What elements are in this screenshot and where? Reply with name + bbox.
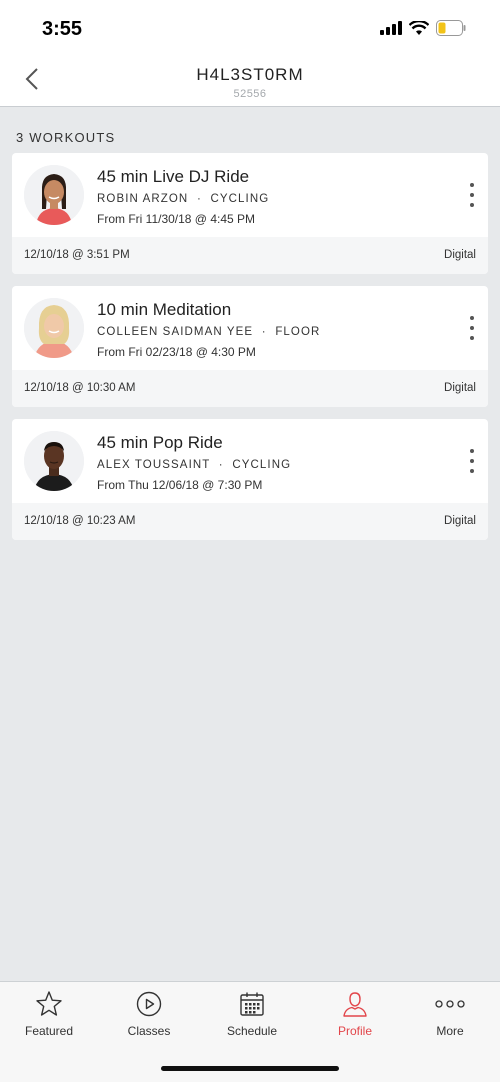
- workout-title: 45 min Live DJ Ride: [97, 167, 250, 186]
- workout-card[interactable]: 45 min Pop Ride ALEX TOUSSAINT · CYCLING…: [12, 419, 488, 540]
- workouts-count-label: 3 WORKOUTS: [16, 130, 116, 145]
- tab-profile[interactable]: Profile: [310, 988, 400, 1038]
- tab-label: More: [436, 1024, 464, 1038]
- meta-separator: ·: [261, 326, 267, 338]
- instructor-name: ALEX TOUSSAINT: [97, 459, 211, 471]
- tab-label: Featured: [24, 1024, 74, 1038]
- nav-header: H4L3ST0RM 52556: [0, 56, 500, 107]
- kebab-dot-icon: [470, 336, 474, 340]
- kebab-dot-icon: [470, 469, 474, 473]
- more-dots-icon: [435, 1000, 465, 1008]
- kebab-dot-icon: [470, 193, 474, 197]
- instructor-avatar: [24, 298, 84, 358]
- tab-label: Profile: [337, 1024, 372, 1038]
- workout-title: 45 min Pop Ride: [97, 433, 223, 452]
- tab-schedule[interactable]: Schedule: [207, 988, 297, 1038]
- tab-more[interactable]: More: [405, 988, 495, 1038]
- kebab-dot-icon: [470, 449, 474, 453]
- page-title: H4L3ST0RM: [196, 65, 304, 84]
- battery-icon: [436, 20, 466, 36]
- instructor-avatar: [24, 431, 84, 491]
- more-options-button[interactable]: [466, 449, 478, 473]
- completed-time: 12/10/18 @ 10:23 AM: [24, 515, 136, 527]
- class-original-date: From Fri 02/23/18 @ 4:30 PM: [97, 345, 256, 359]
- tab-classes[interactable]: Classes: [104, 988, 194, 1038]
- instructor-avatar: [24, 165, 84, 225]
- home-indicator[interactable]: [161, 1066, 339, 1071]
- tab-featured[interactable]: Featured: [4, 988, 94, 1038]
- star-icon: [36, 991, 62, 1016]
- kebab-dot-icon: [470, 326, 474, 330]
- kebab-dot-icon: [470, 183, 474, 187]
- platform-label: Digital: [444, 515, 476, 527]
- completed-time: 12/10/18 @ 10:30 AM: [24, 382, 136, 394]
- instructor-name: COLLEEN SAIDMAN YEE: [97, 326, 254, 338]
- card-footer: 12/10/18 @ 10:30 AM Digital: [12, 370, 488, 407]
- discipline-label: FLOOR: [275, 326, 321, 338]
- play-circle-icon: [136, 991, 162, 1017]
- workout-meta: ROBIN ARZON · CYCLING: [97, 193, 269, 205]
- card-footer: 12/10/18 @ 10:23 AM Digital: [12, 503, 488, 540]
- more-options-button[interactable]: [466, 183, 478, 207]
- page-subtitle: 52556: [233, 88, 267, 100]
- workout-card[interactable]: 10 min Meditation COLLEEN SAIDMAN YEE · …: [12, 286, 488, 407]
- platform-label: Digital: [444, 382, 476, 394]
- instructor-name: ROBIN ARZON: [97, 193, 189, 205]
- person-icon: [343, 992, 367, 1017]
- discipline-label: CYCLING: [232, 459, 292, 471]
- tab-label: Classes: [127, 1024, 171, 1038]
- workout-meta: ALEX TOUSSAINT · CYCLING: [97, 459, 291, 471]
- status-icons: [380, 20, 466, 36]
- card-footer: 12/10/18 @ 3:51 PM Digital: [12, 237, 488, 274]
- calendar-icon: [240, 992, 264, 1016]
- meta-separator: ·: [196, 193, 202, 205]
- wifi-icon: [409, 20, 429, 35]
- class-original-date: From Fri 11/30/18 @ 4:45 PM: [97, 212, 256, 226]
- status-time: 3:55: [42, 18, 83, 40]
- platform-label: Digital: [444, 249, 476, 261]
- workout-card[interactable]: 45 min Live DJ Ride ROBIN ARZON · CYCLIN…: [12, 153, 488, 274]
- discipline-label: CYCLING: [210, 193, 270, 205]
- workout-meta: COLLEEN SAIDMAN YEE · FLOOR: [97, 326, 320, 338]
- kebab-dot-icon: [470, 203, 474, 207]
- meta-separator: ·: [218, 459, 224, 471]
- cellular-signal-icon: [380, 21, 402, 35]
- class-original-date: From Thu 12/06/18 @ 7:30 PM: [97, 478, 263, 492]
- more-options-button[interactable]: [466, 316, 478, 340]
- kebab-dot-icon: [470, 459, 474, 463]
- status-bar: 3:55: [0, 0, 500, 56]
- tab-label: Schedule: [226, 1024, 278, 1038]
- workout-title: 10 min Meditation: [97, 300, 232, 319]
- completed-time: 12/10/18 @ 3:51 PM: [24, 249, 130, 261]
- kebab-dot-icon: [470, 316, 474, 320]
